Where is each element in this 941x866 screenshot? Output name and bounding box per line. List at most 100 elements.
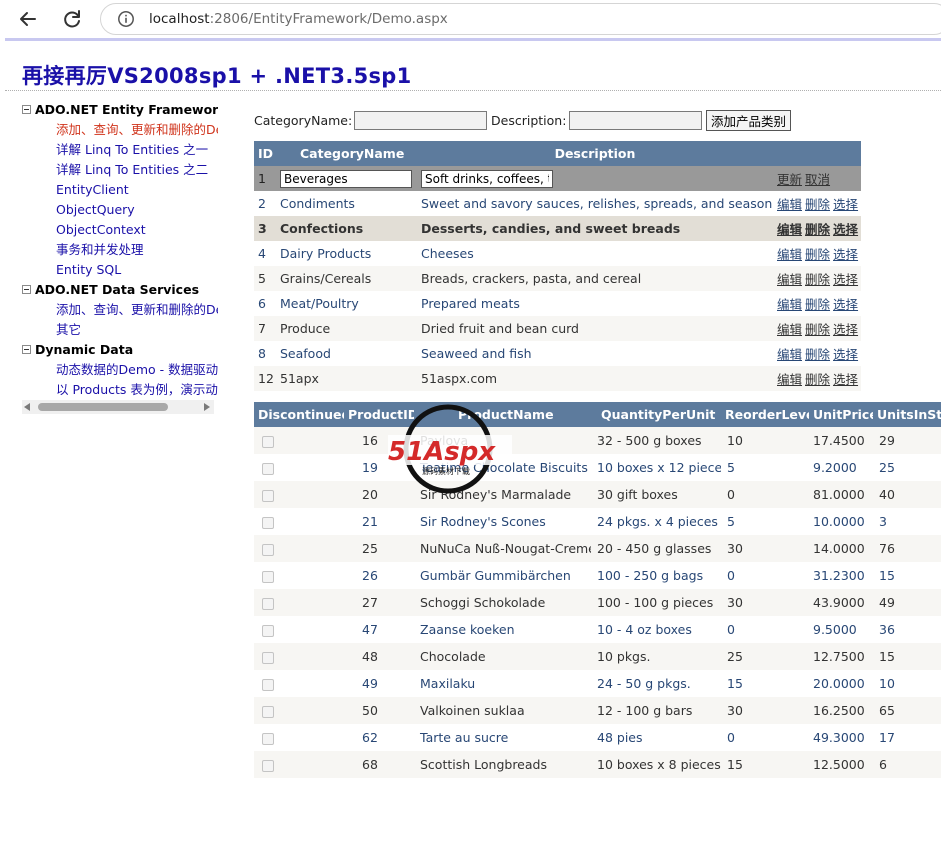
category-actions: 编辑 删除 选择 xyxy=(773,266,861,291)
category-name: Produce xyxy=(280,321,331,336)
products-grid: Discontinued ProductID ProductName Quant… xyxy=(254,402,941,778)
edit-link[interactable]: 编辑 xyxy=(777,322,802,337)
category-id: 3 xyxy=(258,221,267,236)
delete-link[interactable]: 删除 xyxy=(805,347,830,362)
delete-link[interactable]: 删除 xyxy=(805,322,830,337)
delete-link[interactable]: 删除 xyxy=(805,222,830,237)
tree-group-label[interactable]: Dynamic Data xyxy=(35,342,133,357)
unit-price: 17.4500 xyxy=(813,433,865,448)
edit-link[interactable]: 编辑 xyxy=(777,197,802,212)
select-link[interactable]: 选择 xyxy=(833,272,858,287)
select-link[interactable]: 选择 xyxy=(833,322,858,337)
delete-link[interactable]: 删除 xyxy=(805,372,830,387)
category-id: 8 xyxy=(258,346,266,361)
tree-item-link[interactable]: 详解 Linq To Entities 之二 xyxy=(22,160,218,180)
tree-item-link[interactable]: 添加、查询、更新和删除的De xyxy=(22,120,218,140)
discontinued-checkbox xyxy=(262,705,274,718)
info-icon[interactable] xyxy=(117,10,135,28)
edit-link[interactable]: 编辑 xyxy=(777,222,802,237)
category-name: 51apx xyxy=(280,371,319,386)
category-name: Confections xyxy=(280,221,364,236)
reorder-level: 5 xyxy=(727,460,735,475)
tree-item-link[interactable]: 其它 xyxy=(22,320,218,340)
category-name: Dairy Products xyxy=(280,246,372,261)
category-name-input[interactable] xyxy=(354,111,487,130)
units-in-stock: 36 xyxy=(879,622,895,637)
collapse-icon[interactable] xyxy=(22,345,31,354)
description-input[interactable] xyxy=(569,111,702,130)
category-description: 51aspx.com xyxy=(421,371,498,386)
column-header-unitprice: UnitPrice xyxy=(809,402,873,427)
product-row: 19 Teatime Chocolate Biscuits 10 boxes x 1… xyxy=(254,454,941,481)
edit-description-input[interactable] xyxy=(421,169,553,188)
category-name: Seafood xyxy=(280,346,331,361)
edit-category-name-input[interactable] xyxy=(280,169,412,188)
select-link[interactable]: 选择 xyxy=(833,372,858,387)
product-id: 68 xyxy=(362,757,378,772)
tree-item-link[interactable]: 添加、查询、更新和删除的De xyxy=(22,300,218,320)
add-category-button[interactable]: 添加产品类别 xyxy=(706,110,792,131)
tree-item-link[interactable]: Entity SQL xyxy=(22,260,218,280)
edit-link[interactable]: 编辑 xyxy=(777,247,802,262)
edit-link[interactable]: 编辑 xyxy=(777,372,802,387)
tree-group-label[interactable]: ADO.NET Entity Framework xyxy=(35,102,218,117)
cancel-link[interactable]: 取消 xyxy=(805,172,830,187)
delete-link[interactable]: 删除 xyxy=(805,297,830,312)
select-link[interactable]: 选择 xyxy=(833,297,858,312)
back-icon[interactable] xyxy=(14,5,42,33)
edit-link[interactable]: 编辑 xyxy=(777,297,802,312)
watermark-sub-text: 源码素材下载 xyxy=(422,466,470,476)
discontinued-checkbox xyxy=(262,462,274,475)
product-row: 62 Tarte au sucre 48 pies 0 49.3000 17 xyxy=(254,724,941,751)
tree-item-link[interactable]: ObjectQuery xyxy=(22,200,218,220)
category-description: Breads, crackers, pasta, and cereal xyxy=(421,271,642,286)
product-id: 26 xyxy=(362,568,378,583)
units-in-stock: 76 xyxy=(879,541,895,556)
delete-link[interactable]: 删除 xyxy=(805,247,830,262)
collapse-icon[interactable] xyxy=(22,285,31,294)
tree-group[interactable]: ADO.NET Data Services xyxy=(22,280,218,300)
category-description-cell xyxy=(417,166,773,191)
address-bar[interactable]: localhost:2806/EntityFramework/Demo.aspx xyxy=(100,3,941,35)
reorder-level: 0 xyxy=(727,568,735,583)
select-link[interactable]: 选择 xyxy=(833,247,858,262)
units-in-stock: 10 xyxy=(879,676,895,691)
tree-item-link[interactable]: 事务和并发处理 xyxy=(22,240,218,260)
delete-link[interactable]: 删除 xyxy=(805,272,830,287)
category-id: 4 xyxy=(258,246,266,261)
tree-item-link[interactable]: 动态数据的Demo - 数据驱动的 xyxy=(22,360,218,380)
units-in-stock: 65 xyxy=(879,703,895,718)
reload-icon[interactable] xyxy=(58,5,86,33)
tree-horizontal-scrollbar[interactable] xyxy=(22,400,214,414)
tree-item-link[interactable]: ObjectContext xyxy=(22,220,218,240)
title-divider xyxy=(5,90,941,91)
tree-item-link[interactable]: 详解 Linq To Entities 之一 xyxy=(22,140,218,160)
tree-item-link[interactable]: 以 Products 表为例，演示动态 xyxy=(22,380,218,400)
category-name-cell xyxy=(276,166,417,191)
collapse-icon[interactable] xyxy=(22,105,31,114)
select-link[interactable]: 选择 xyxy=(833,222,858,237)
quantity-per-unit: 20 - 450 g glasses xyxy=(597,541,712,556)
tree-item-link[interactable]: EntityClient xyxy=(22,180,218,200)
quantity-per-unit: 24 - 50 g pkgs. xyxy=(597,676,691,691)
url-text[interactable]: localhost:2806/EntityFramework/Demo.aspx xyxy=(149,11,448,27)
category-row: 6 Meat/Poultry Prepared meats 编辑 删除 选择 xyxy=(254,291,861,316)
scrollbar-thumb[interactable] xyxy=(38,403,168,411)
tree-group[interactable]: Dynamic Data xyxy=(22,340,218,360)
scroll-right-icon[interactable] xyxy=(204,403,210,411)
tree-group-label[interactable]: ADO.NET Data Services xyxy=(35,282,199,297)
discontinued-checkbox xyxy=(262,489,274,502)
update-link[interactable]: 更新 xyxy=(777,172,802,187)
product-row: 16Pavlova32 - 500 g boxes1017.450029 xyxy=(254,427,941,454)
edit-link[interactable]: 编辑 xyxy=(777,347,802,362)
delete-link[interactable]: 删除 xyxy=(805,197,830,212)
product-row: 26 Gumbär Gummibärchen 100 - 250 g bags 0 31… xyxy=(254,562,941,589)
product-row: 48 Chocolade 10 pkgs. 25 12.7500 15 xyxy=(254,643,941,670)
edit-link[interactable]: 编辑 xyxy=(777,272,802,287)
select-link[interactable]: 选择 xyxy=(833,197,858,212)
discontinued-cell xyxy=(254,697,344,724)
select-link[interactable]: 选择 xyxy=(833,347,858,362)
scroll-left-icon[interactable] xyxy=(24,403,30,411)
tree-group[interactable]: ADO.NET Entity Framework xyxy=(22,100,218,120)
product-row: 21 Sir Rodney's Scones 24 pkgs. x 4 pieces… xyxy=(254,508,941,535)
